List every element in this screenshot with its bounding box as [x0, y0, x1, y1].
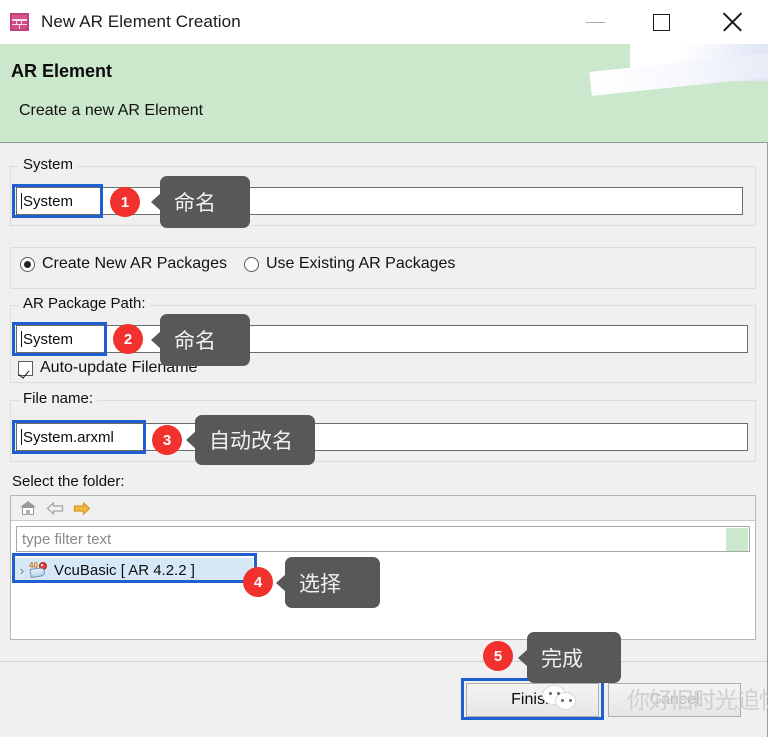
title-bar: New AR Element Creation — [0, 0, 768, 44]
finish-button[interactable]: Finish — [466, 683, 599, 717]
annotation-badge-2: 2 — [113, 324, 143, 354]
window-title: New AR Element Creation — [41, 12, 241, 31]
arrow-right-icon[interactable] — [73, 499, 91, 517]
checkbox-checked-icon — [18, 360, 33, 376]
dialog-body: System System Create New AR Packages Use… — [0, 143, 767, 661]
wizard-banner: AR Element Create a new AR Element — [0, 44, 768, 143]
folder-tree-panel[interactable]: type filter text › 40 VcuBasic [ AR 4.2.… — [10, 495, 756, 640]
folder-tree-toolbar — [11, 496, 755, 521]
radio-create-new-ar-packages-label: Create New AR Packages — [42, 255, 227, 272]
filter-placeholder: type filter text — [22, 530, 112, 548]
annotation-badge-5: 5 — [483, 641, 513, 671]
annotation-tooltip-3: 自动改名 — [186, 415, 315, 465]
annotation-tooltip-2: 命名 — [151, 314, 250, 366]
autosar-project-icon: 40 — [29, 561, 49, 579]
file-name-legend: File name: — [19, 390, 98, 407]
system-group-legend: System — [19, 156, 78, 173]
page-subtitle: Create a new AR Element — [19, 102, 204, 119]
annotation-badge-4: 4 — [243, 567, 273, 597]
system-name-value: System — [23, 192, 74, 210]
file-name-input[interactable]: System.arxml — [16, 423, 748, 451]
page-title: AR Element — [11, 61, 113, 81]
minimize-button[interactable] — [564, 0, 626, 44]
home-icon[interactable] — [19, 499, 37, 517]
annotation-tooltip-5: 完成 — [518, 632, 621, 683]
radio-use-existing-ar-packages[interactable]: Use Existing AR Packages — [243, 255, 456, 273]
annotation-badge-3: 3 — [152, 425, 182, 455]
radio-unselected-icon — [243, 256, 259, 272]
cancel-button[interactable]: Cancel — [608, 683, 741, 717]
cancel-button-label: Cancel — [649, 691, 700, 708]
tree-item-label: VcuBasic [ AR 4.2.2 ] — [54, 561, 195, 579]
radio-selected-icon — [20, 256, 35, 272]
maximize-button[interactable] — [626, 0, 696, 44]
annotation-tooltip-1: 命名 — [151, 176, 250, 228]
package-mode-radios: Create New AR Packages Use Existing AR P… — [20, 255, 455, 273]
ar-package-path-legend: AR Package Path: — [19, 295, 150, 312]
text-caret — [21, 331, 22, 347]
radio-create-new-ar-packages[interactable]: Create New AR Packages — [20, 255, 227, 273]
maximize-icon — [652, 13, 670, 31]
text-caret — [21, 193, 22, 209]
banner-decoration — [589, 44, 768, 96]
arrow-left-icon[interactable] — [46, 499, 64, 517]
annotation-tooltip-4: 选择 — [276, 557, 380, 608]
chevron-right-icon[interactable]: › — [15, 563, 29, 578]
window-controls — [564, 0, 768, 44]
ar-element-icon — [8, 10, 32, 34]
tree-item-vcubasic[interactable]: › 40 VcuBasic [ AR 4.2.2 ] — [15, 558, 253, 582]
filter-clear-icon[interactable] — [726, 528, 748, 551]
new-ar-element-dialog: New AR Element Creation AR Element Creat… — [0, 0, 768, 737]
close-button[interactable] — [696, 0, 768, 44]
select-folder-label: Select the folder: — [12, 473, 125, 490]
minimize-icon — [585, 21, 605, 23]
filter-input[interactable]: type filter text — [16, 526, 750, 552]
finish-button-label: Finish — [511, 691, 554, 708]
ar-package-path-value: System — [23, 330, 74, 348]
close-icon — [721, 11, 743, 33]
annotation-badge-1: 1 — [110, 187, 140, 217]
file-name-value: System.arxml — [23, 428, 114, 446]
radio-use-existing-ar-packages-label: Use Existing AR Packages — [265, 255, 456, 272]
dialog-footer: Finish Cancel — [0, 661, 767, 737]
text-caret — [21, 429, 22, 445]
